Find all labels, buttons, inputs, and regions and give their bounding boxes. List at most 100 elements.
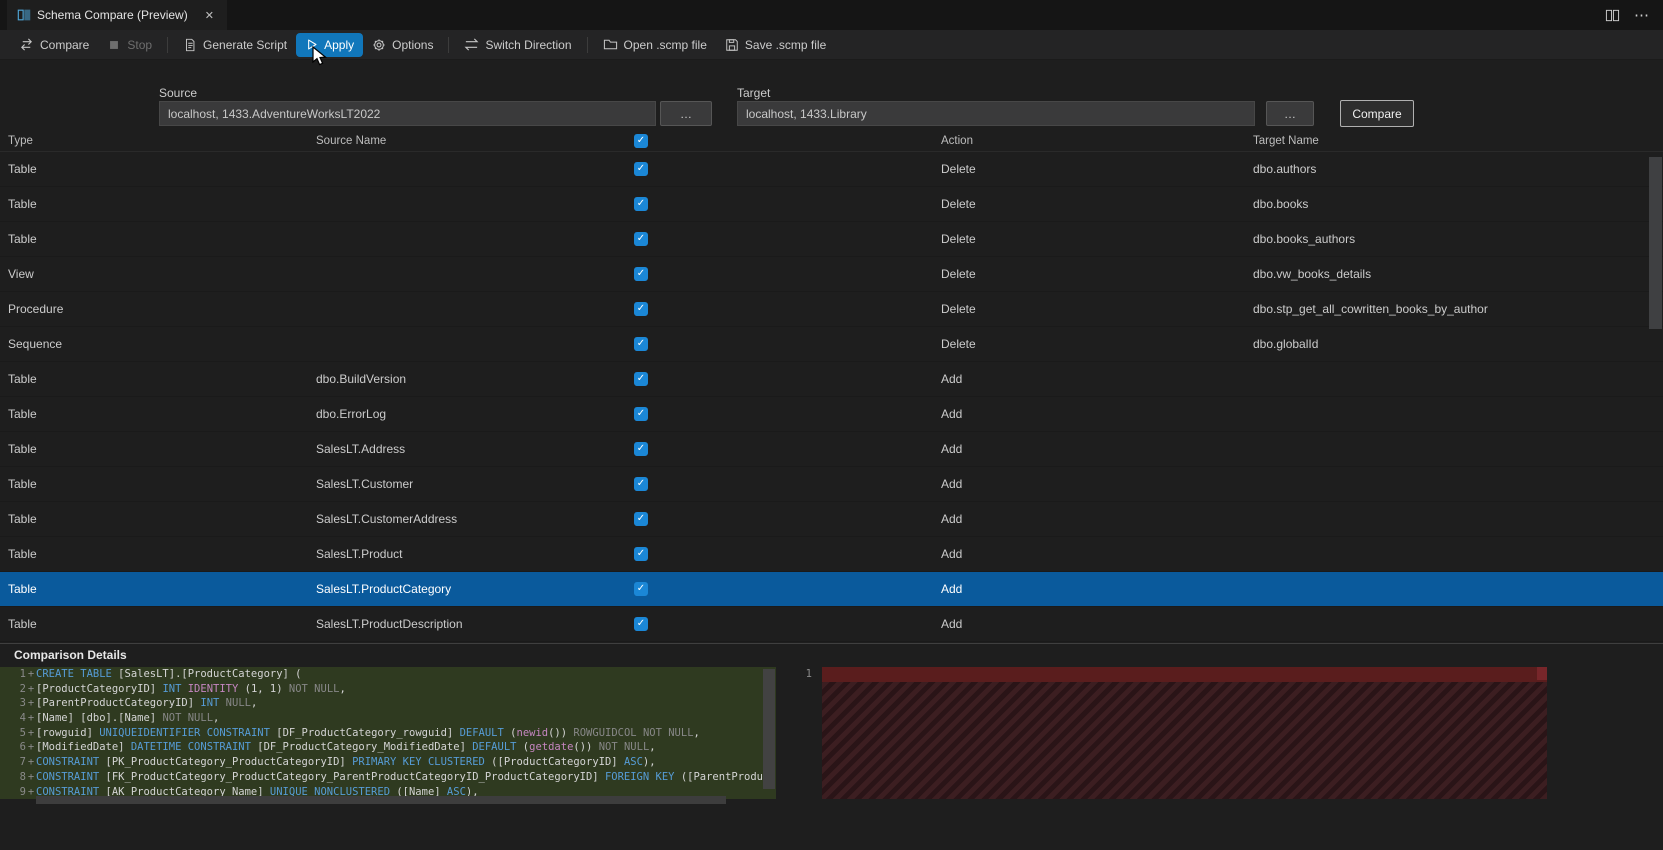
apply-button[interactable]: Apply [296, 32, 364, 57]
row-include-checkbox[interactable]: ✓ [634, 442, 648, 456]
row-include-checkbox[interactable]: ✓ [634, 302, 648, 316]
toolbar-separator [167, 36, 169, 53]
row-action: Delete [941, 197, 976, 211]
row-target-name: dbo.vw_books_details [1253, 267, 1372, 281]
comparison-details-title: Comparison Details [14, 648, 127, 662]
table-row[interactable]: View ✓ Delete dbo.vw_books_details [0, 257, 1663, 292]
row-include-cell: ✓ [620, 407, 941, 421]
diff-target-pane[interactable]: 1 [786, 667, 1562, 850]
code-line: 4 + [Name] [dbo].[Name] NOT NULL, [0, 711, 776, 726]
header-target-name: Target Name [1253, 135, 1319, 147]
row-type: Table [8, 372, 37, 386]
row-target-name: dbo.stp_get_all_cowritten_books_by_autho… [1253, 302, 1488, 316]
table-row[interactable]: Table ✓ Delete dbo.authors [0, 152, 1663, 187]
line-number: 2 [19, 682, 26, 695]
row-include-checkbox[interactable]: ✓ [634, 407, 648, 421]
compare-button[interactable]: Compare [10, 33, 98, 57]
table-row[interactable]: Sequence ✓ Delete dbo.globalId [0, 327, 1663, 362]
row-include-checkbox[interactable]: ✓ [634, 337, 648, 351]
row-include-cell: ✓ [620, 337, 941, 351]
row-action: Add [941, 407, 963, 421]
left-horizontal-scrollbar[interactable] [36, 796, 726, 804]
line-number: 6 [19, 741, 26, 754]
row-source-name: SalesLT.Customer [316, 477, 414, 491]
row-include-checkbox[interactable]: ✓ [634, 617, 648, 631]
split-editor-icon[interactable] [1605, 8, 1620, 23]
diff-added-sign: + [27, 756, 35, 769]
row-type: Table [8, 582, 37, 596]
line-number: 7 [19, 756, 26, 769]
target-input[interactable] [737, 101, 1255, 126]
more-actions-icon[interactable]: ⋯ [1634, 8, 1649, 23]
row-include-checkbox[interactable]: ✓ [634, 582, 648, 596]
stop-button[interactable]: Stop [98, 33, 161, 57]
table-row[interactable]: Table dbo.BuildVersion ✓ Add [0, 362, 1663, 397]
switch-direction-button[interactable]: Switch Direction [455, 33, 580, 57]
row-include-checkbox[interactable]: ✓ [634, 162, 648, 176]
row-include-checkbox[interactable]: ✓ [634, 477, 648, 491]
row-action: Delete [941, 302, 976, 316]
row-include-checkbox[interactable]: ✓ [634, 547, 648, 561]
close-icon[interactable]: ✕ [202, 8, 217, 23]
open-file-icon [603, 37, 618, 52]
diff-left-code: 1 + CREATE TABLE [SalesLT].[ProductCategor… [0, 667, 776, 800]
table-row[interactable]: Table SalesLT.Customer ✓ Add [0, 467, 1663, 502]
editor-actions: ⋯ [1605, 0, 1663, 30]
header-type: Type [8, 135, 33, 147]
row-type: Table [8, 162, 37, 176]
apply-label: Apply [324, 37, 355, 52]
table-row[interactable]: Table ✓ Delete dbo.books_authors [0, 222, 1663, 257]
row-source-name: dbo.ErrorLog [316, 407, 387, 421]
diff-source-pane[interactable]: 1 + CREATE TABLE [SalesLT].[ProductCategor… [0, 667, 776, 850]
open-scmp-button[interactable]: Open .scmp file [594, 33, 716, 57]
grid-body: Table ✓ Delete dbo.authors Table ✓ Delet… [0, 152, 1663, 642]
target-label: Target [737, 86, 771, 100]
options-button[interactable]: Options [363, 33, 442, 57]
source-browse-button[interactable]: … [660, 101, 712, 126]
diff-removed-region [822, 667, 1547, 799]
target-browse-button[interactable]: … [1266, 101, 1314, 126]
code-text: CONSTRAINT [FK_ProductCategory_ProductCa… [36, 770, 776, 783]
row-target-name: dbo.books_authors [1253, 232, 1356, 246]
table-row[interactable]: Procedure ✓ Delete dbo.stp_get_all_cowri… [0, 292, 1663, 327]
switch-direction-icon [464, 37, 479, 52]
main-vertical-scrollbar[interactable] [1649, 157, 1662, 329]
tab-schema-compare[interactable]: Schema Compare (Preview) ✕ [7, 0, 227, 30]
left-vertical-scrollbar[interactable] [763, 669, 775, 789]
generate-script-button[interactable]: Generate Script [174, 33, 296, 57]
table-row[interactable]: Table SalesLT.Address ✓ Add [0, 432, 1663, 467]
table-row[interactable]: Table dbo.ErrorLog ✓ Add [0, 397, 1663, 432]
row-type: View [8, 267, 34, 281]
code-text: CREATE TABLE [SalesLT].[ProductCategory]… [36, 668, 302, 680]
compare-icon [19, 37, 34, 52]
row-include-checkbox[interactable]: ✓ [634, 232, 648, 246]
code-text: [ProductCategoryID] INT IDENTITY (1, 1) … [36, 682, 346, 695]
row-include-cell: ✓ [620, 162, 941, 176]
code-line: 8 + CONSTRAINT [FK_ProductCategory_Product… [0, 769, 776, 785]
row-action: Delete [941, 232, 976, 246]
save-icon [725, 38, 739, 52]
save-scmp-button[interactable]: Save .scmp file [716, 33, 835, 57]
row-action: Delete [941, 267, 976, 281]
code-line: 7 + CONSTRAINT [PK_ProductCategory_Product… [0, 755, 776, 770]
table-row[interactable]: Table SalesLT.ProductDescription ✓ Add [0, 607, 1663, 642]
row-include-checkbox[interactable]: ✓ [634, 372, 648, 386]
code-text: [rowguid] UNIQUEIDENTIFIER CONSTRAINT [D… [36, 726, 700, 739]
row-action: Add [941, 372, 963, 386]
table-row[interactable]: Table SalesLT.ProductCategory ✓ Add [0, 572, 1663, 607]
source-input[interactable] [159, 101, 656, 126]
row-include-cell: ✓ [620, 267, 941, 281]
grid-header: Type Source Name ✓ Action Target Name [0, 131, 1663, 152]
code-line: 1 + CREATE TABLE [SalesLT].[ProductCategor… [0, 667, 776, 682]
schema-compare-icon [17, 8, 31, 22]
compare-action-button[interactable]: Compare [1340, 100, 1414, 127]
row-include-checkbox[interactable]: ✓ [634, 197, 648, 211]
table-row[interactable]: Table SalesLT.CustomerAddress ✓ Add [0, 502, 1663, 537]
row-action: Delete [941, 162, 976, 176]
row-include-checkbox[interactable]: ✓ [634, 267, 648, 281]
row-include-checkbox[interactable]: ✓ [634, 512, 648, 526]
header-include-checkbox[interactable]: ✓ [634, 134, 648, 148]
row-type: Table [8, 407, 37, 421]
table-row[interactable]: Table ✓ Delete dbo.books [0, 187, 1663, 222]
table-row[interactable]: Table SalesLT.Product ✓ Add [0, 537, 1663, 572]
